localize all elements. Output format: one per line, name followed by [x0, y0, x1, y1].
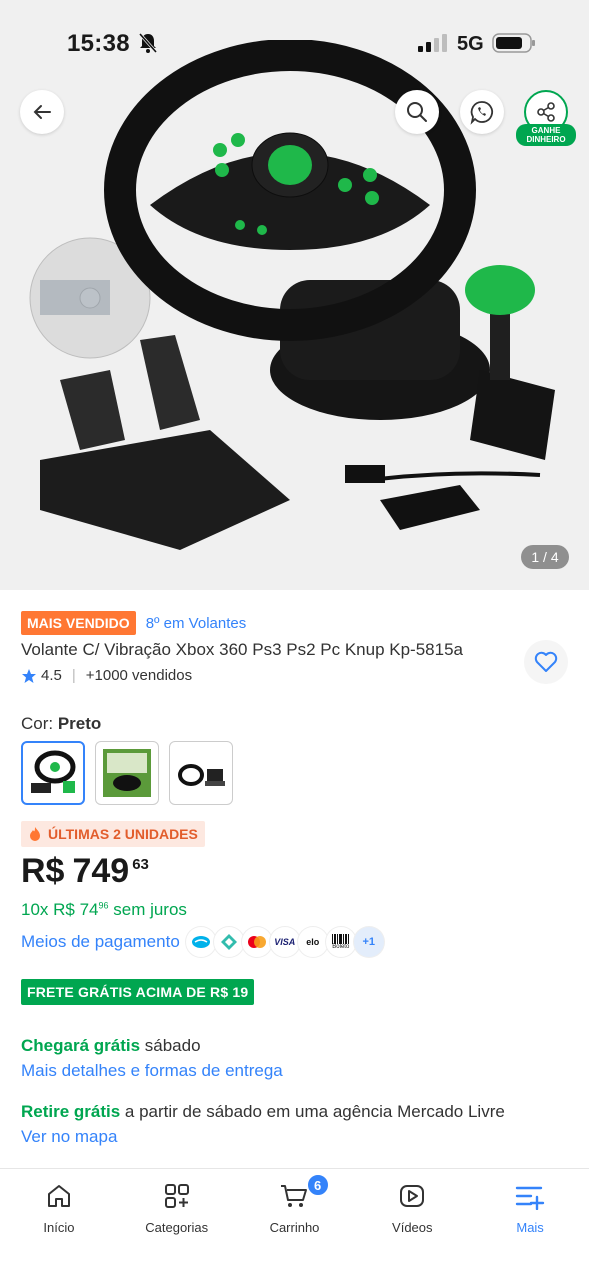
- gallery-pager: 1 / 4: [521, 545, 569, 569]
- payment-methods-row[interactable]: Meios de pagamento VISA elo Boleto +1: [21, 927, 384, 957]
- rating-row[interactable]: 4.5 | +1000 vendidos: [21, 667, 192, 684]
- low-stock-badge: ÚLTIMAS 2 UNIDADES: [21, 821, 205, 847]
- whatsapp-share-button[interactable]: [460, 90, 504, 134]
- video-icon: [397, 1181, 427, 1211]
- nav-home[interactable]: Início: [0, 1169, 118, 1280]
- visa-icon: VISA: [269, 927, 300, 957]
- share-earn-badge: GANHE DINHEIRO: [516, 124, 576, 146]
- nav-videos[interactable]: Vídeos: [353, 1169, 471, 1280]
- nav-more[interactable]: Mais: [471, 1169, 589, 1280]
- arrow-left-icon: [33, 105, 51, 119]
- variant-image: [103, 749, 151, 797]
- category-rank-link[interactable]: 8º em Volantes: [146, 615, 247, 632]
- product-title: Volante C/ Vibração Xbox 360 Ps3 Ps2 Pc …: [21, 640, 463, 659]
- price-cents: 63: [132, 856, 149, 873]
- cart-icon: [279, 1181, 309, 1211]
- muted-bell-icon: [138, 33, 158, 53]
- star-icon: [22, 668, 36, 683]
- color-selector-label: Cor: Preto: [21, 714, 102, 733]
- product-gallery[interactable]: 15:38 5G GANHE DINHEIRO 1 / 4: [0, 0, 589, 590]
- view-map-link[interactable]: Ver no mapa: [21, 1127, 117, 1147]
- categories-icon: [162, 1181, 192, 1211]
- status-bar: 15:38 5G: [0, 0, 589, 88]
- search-button[interactable]: [395, 90, 439, 134]
- best-seller-badge: MAIS VENDIDO: [21, 611, 136, 635]
- delivery-details-link[interactable]: Mais detalhes e formas de entrega: [21, 1061, 283, 1081]
- share-earn-button[interactable]: GANHE DINHEIRO: [516, 90, 578, 146]
- signal-icon: [418, 34, 447, 52]
- home-icon: [44, 1181, 74, 1211]
- installments: 10x R$ 7496 sem juros: [21, 900, 187, 919]
- pickup-estimate: Retire grátis a partir de sábado em uma …: [21, 1102, 505, 1121]
- menu-icon: [515, 1181, 545, 1211]
- boleto-icon: Boleto: [325, 927, 356, 957]
- search-icon: [407, 102, 427, 122]
- favorite-button[interactable]: [524, 640, 568, 684]
- divider: |: [71, 667, 76, 684]
- back-button[interactable]: [20, 90, 64, 134]
- variant-thumb-2[interactable]: [95, 741, 159, 805]
- mercado-pago-icon: [185, 927, 216, 957]
- variant-image: [31, 750, 76, 793]
- nav-categories[interactable]: Categorias: [118, 1169, 236, 1280]
- variant-thumb-1[interactable]: [21, 741, 85, 805]
- more-payment-methods[interactable]: +1: [353, 927, 384, 957]
- whatsapp-icon: [470, 101, 494, 125]
- mastercard-icon: [241, 927, 272, 957]
- delivery-estimate: Chegará grátis sábado: [21, 1036, 201, 1055]
- price-main: 749: [72, 852, 130, 890]
- status-time: 15:38: [67, 30, 130, 57]
- network-type: 5G: [457, 33, 484, 55]
- variant-image: [178, 764, 225, 786]
- heart-icon: [534, 651, 558, 672]
- cart-count-badge: 6: [305, 1173, 330, 1197]
- share-icon: [537, 102, 555, 122]
- price: R$ 749 63: [21, 852, 149, 891]
- pix-icon: [213, 927, 244, 957]
- sold-count: +1000 vendidos: [85, 667, 193, 684]
- nav-cart[interactable]: 6 Carrinho: [236, 1169, 354, 1280]
- variant-thumb-3[interactable]: [169, 741, 233, 805]
- color-value: Preto: [57, 714, 102, 733]
- elo-icon: elo: [297, 927, 328, 957]
- bottom-navigation: Início Categorias 6 Carrinho Vídeos Mais: [0, 1168, 589, 1280]
- rating-value: 4.5: [41, 667, 62, 684]
- variant-thumbnails: [21, 741, 233, 805]
- flame-icon: [30, 827, 40, 841]
- price-currency: R$: [21, 852, 65, 890]
- free-shipping-badge: FRETE GRÁTIS ACIMA DE R$ 19: [21, 979, 255, 1005]
- battery-icon: [492, 33, 535, 53]
- payment-methods-link[interactable]: Meios de pagamento: [21, 932, 180, 952]
